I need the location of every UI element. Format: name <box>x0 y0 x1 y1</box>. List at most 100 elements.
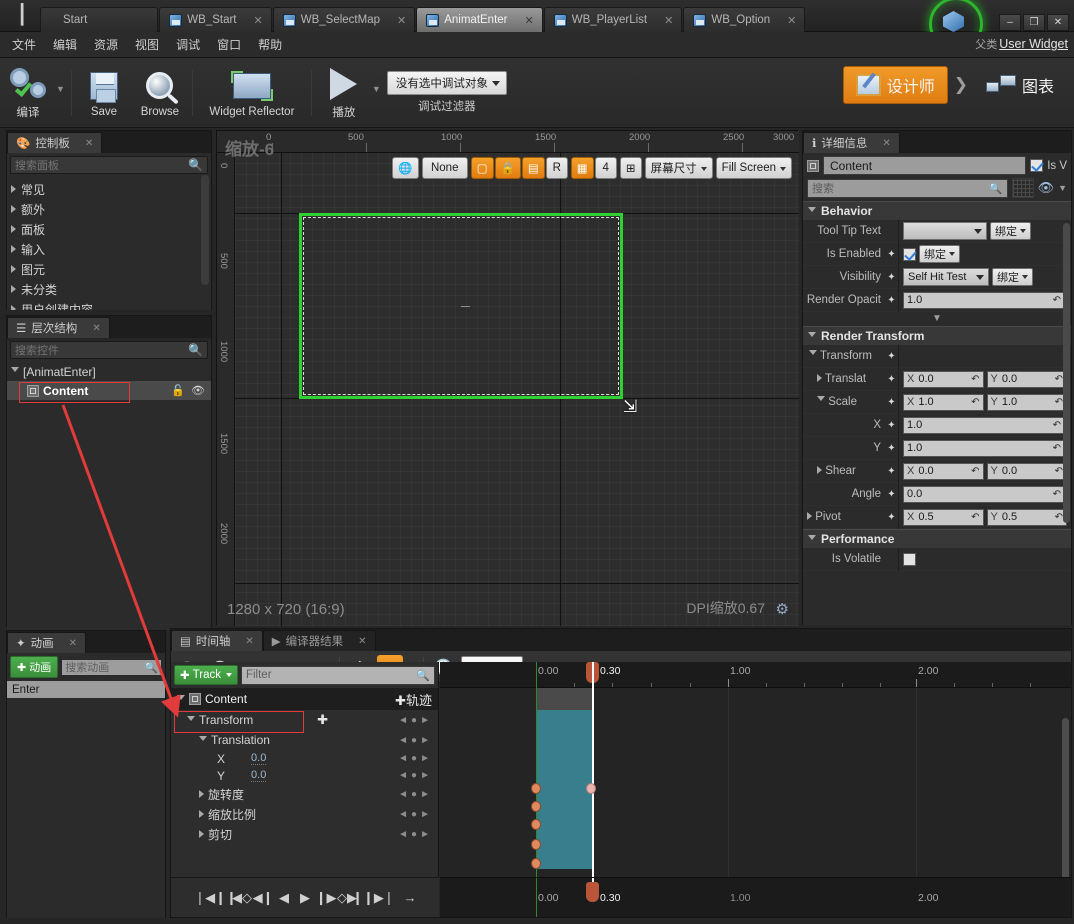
timeline-track-shear[interactable]: 剪切 ◄ ● ► <box>171 824 438 844</box>
tab-hierarchy[interactable]: ☰ 层次结构 ✕ <box>7 317 110 338</box>
keyframe-icon[interactable]: ✦ <box>885 272 898 283</box>
palette-category-uncategorized[interactable]: 未分类 <box>7 279 211 299</box>
close-icon[interactable]: ✕ <box>85 138 93 149</box>
step-forward-icon[interactable]: ❙▶ <box>316 887 337 909</box>
selected-widget-outline[interactable] <box>299 213 623 399</box>
keyframe-icon[interactable]: ✦ <box>885 512 898 523</box>
menu-edit[interactable]: 编辑 <box>53 36 77 53</box>
timeline-object-track-content[interactable]: Content ✚轨迹 <box>171 688 438 710</box>
section-behavior-header[interactable]: Behavior <box>803 201 1071 220</box>
reset-icon[interactable]: ↶ <box>1055 512 1063 523</box>
minimize-button[interactable]: – <box>999 14 1021 31</box>
menu-file[interactable]: 文件 <box>12 36 36 53</box>
resolution-preset-dropdown[interactable]: None <box>421 157 468 179</box>
tab-wb-selectmap[interactable]: WB_SelectMap ✕ <box>272 7 416 32</box>
palette-category-user-created[interactable]: 用户创建内容 <box>7 299 211 310</box>
reset-icon[interactable]: ↶ <box>1053 295 1061 306</box>
keyframe-icon[interactable]: ✦ <box>885 374 898 385</box>
translation-x-input[interactable]: X 0.0 ↶ <box>903 370 984 388</box>
prev-key-icon[interactable]: ◄ <box>398 809 408 820</box>
translation-y-input[interactable]: Y 0.0 ↶ <box>986 370 1067 388</box>
keyframe-dot[interactable] <box>531 858 541 869</box>
jump-to-end-icon[interactable]: ❘ <box>380 887 398 909</box>
visibility-dropdown[interactable]: Self Hit Test <box>903 268 989 286</box>
keyframe-icon[interactable]: ✦ <box>885 420 898 431</box>
tab-palette[interactable]: 🎨 控制板 ✕ <box>7 132 103 153</box>
reset-icon[interactable]: ↶ <box>971 466 979 477</box>
widget-reflector-button[interactable]: Widget Reflector <box>197 61 307 125</box>
fill-toggle-icon[interactable]: ▢ <box>470 157 494 179</box>
next-key-icon[interactable]: ► <box>420 753 430 764</box>
zoom-to-fit-icon[interactable]: ⊞ <box>619 157 642 179</box>
timeline-active-range[interactable] <box>536 710 592 869</box>
maximize-button[interactable]: ❐ <box>1023 14 1045 31</box>
widget-name-input[interactable]: Content <box>823 156 1027 175</box>
designer-viewport[interactable]: 0 500 1000 1500 2000 2500 3000 0 500 100… <box>216 130 799 626</box>
timeline-tracks-area[interactable] <box>440 662 1071 885</box>
menu-window[interactable]: 窗口 <box>217 36 241 53</box>
reset-icon[interactable]: ↶ <box>1053 489 1061 500</box>
loop-mode-icon[interactable]: → <box>401 887 419 909</box>
menu-help[interactable]: 帮助 <box>258 36 282 53</box>
add-key-icon[interactable]: ● <box>411 770 417 781</box>
timeline-track-translation-y[interactable]: Y 0.0 ◄ ● ► <box>171 767 438 784</box>
tab-wb-playerlist[interactable]: WB_PlayerList ✕ <box>543 7 683 32</box>
add-track-button[interactable]: ✚ Track <box>174 665 238 685</box>
previous-frame-icon[interactable]: ◀❙❙ <box>205 887 237 909</box>
add-key-icon[interactable]: ● <box>411 753 417 764</box>
keyframe-icon[interactable]: ✦ <box>885 295 898 306</box>
grid-size-stepper[interactable]: 4 <box>594 157 617 179</box>
tab-timeline[interactable]: ▤ 时间轴 ✕ <box>171 630 263 651</box>
pivot-y-input[interactable]: Y 0.5 ↶ <box>986 508 1067 526</box>
tab-compiler-results[interactable]: ▶ 编译器结果 ✕ <box>262 630 376 651</box>
behavior-collapse-toggle[interactable]: ▼ <box>803 312 1071 326</box>
compile-options-chevron-down-icon[interactable]: ▼ <box>56 84 65 94</box>
designer-mode-button[interactable]: 设计师 <box>842 66 948 104</box>
palette-category-primitive[interactable]: 图元 <box>7 259 211 279</box>
save-button[interactable]: Save <box>76 61 132 125</box>
palette-search-input[interactable]: 搜索面板 🔍 <box>10 156 208 174</box>
keyframe-icon[interactable]: ✦ <box>885 397 898 408</box>
details-grid-view-button[interactable] <box>1011 178 1034 198</box>
prev-key-icon[interactable]: ◄ <box>398 735 408 746</box>
angle-input[interactable]: 0.0 ↶ <box>903 485 1065 503</box>
hierarchy-root-item[interactable]: [AnimatEnter] <box>7 362 211 381</box>
prev-key-icon[interactable]: ◄ <box>398 789 408 800</box>
bottom-playhead-handle[interactable] <box>586 882 599 902</box>
play-reverse-icon[interactable]: ◀ <box>275 887 293 909</box>
track-value-x[interactable]: 0.0 <box>251 752 267 765</box>
prev-key-icon[interactable]: ◄ <box>398 770 408 781</box>
keyframe-dot[interactable] <box>531 839 541 850</box>
hierarchy-item-content[interactable]: Content 🔓 👁 <box>7 381 211 400</box>
tab-details[interactable]: ℹ 详细信息 ✕ <box>803 132 900 153</box>
bind-button[interactable]: 绑定 <box>992 268 1033 286</box>
prev-key-icon[interactable]: ◄ <box>398 753 408 764</box>
keyframe-dot[interactable] <box>531 819 541 830</box>
keyframe-dot[interactable] <box>531 801 541 812</box>
next-key-icon[interactable]: ► <box>420 789 430 800</box>
outline-toggle-icon[interactable]: ▤ <box>521 157 545 179</box>
track-value-y[interactable]: 0.0 <box>251 769 267 782</box>
timeline-track-rotation[interactable]: 旋转度 ◄ ● ► <box>171 784 438 804</box>
tab-animations[interactable]: ✦ 动画 ✕ <box>7 632 87 653</box>
close-icon[interactable]: ✕ <box>525 14 534 27</box>
is-enabled-checkbox[interactable] <box>903 247 916 261</box>
reset-icon[interactable]: ↶ <box>971 512 979 523</box>
play-forward-icon[interactable]: ▶ <box>296 887 314 909</box>
eye-icon[interactable]: 👁 <box>1038 180 1055 196</box>
palette-category-input[interactable]: 输入 <box>7 239 211 259</box>
track-filter-input[interactable]: Filter 🔍 <box>240 665 435 685</box>
next-key-icon[interactable]: ► <box>420 715 430 726</box>
scale-x-detail-input[interactable]: 1.0 ↶ <box>903 416 1065 434</box>
parent-class-value[interactable]: User Widget <box>999 37 1068 51</box>
timeline-track-scale[interactable]: 缩放比例 ◄ ● ► <box>171 804 438 824</box>
localization-preview-button[interactable]: R <box>545 157 568 179</box>
render-opacity-input[interactable]: 1.0 ↶ <box>903 291 1065 309</box>
timeline-track-translation-x[interactable]: X 0.0 ◄ ● ► <box>171 750 438 767</box>
menu-assets[interactable]: 资源 <box>94 36 118 53</box>
keyframe-icon[interactable]: ✦ <box>885 249 898 260</box>
menu-view[interactable]: 视图 <box>135 36 159 53</box>
tab-start[interactable]: Start <box>40 7 159 32</box>
lock-icon[interactable]: 🔓 <box>171 384 185 397</box>
graph-mode-button[interactable]: 图表 <box>974 67 1066 103</box>
